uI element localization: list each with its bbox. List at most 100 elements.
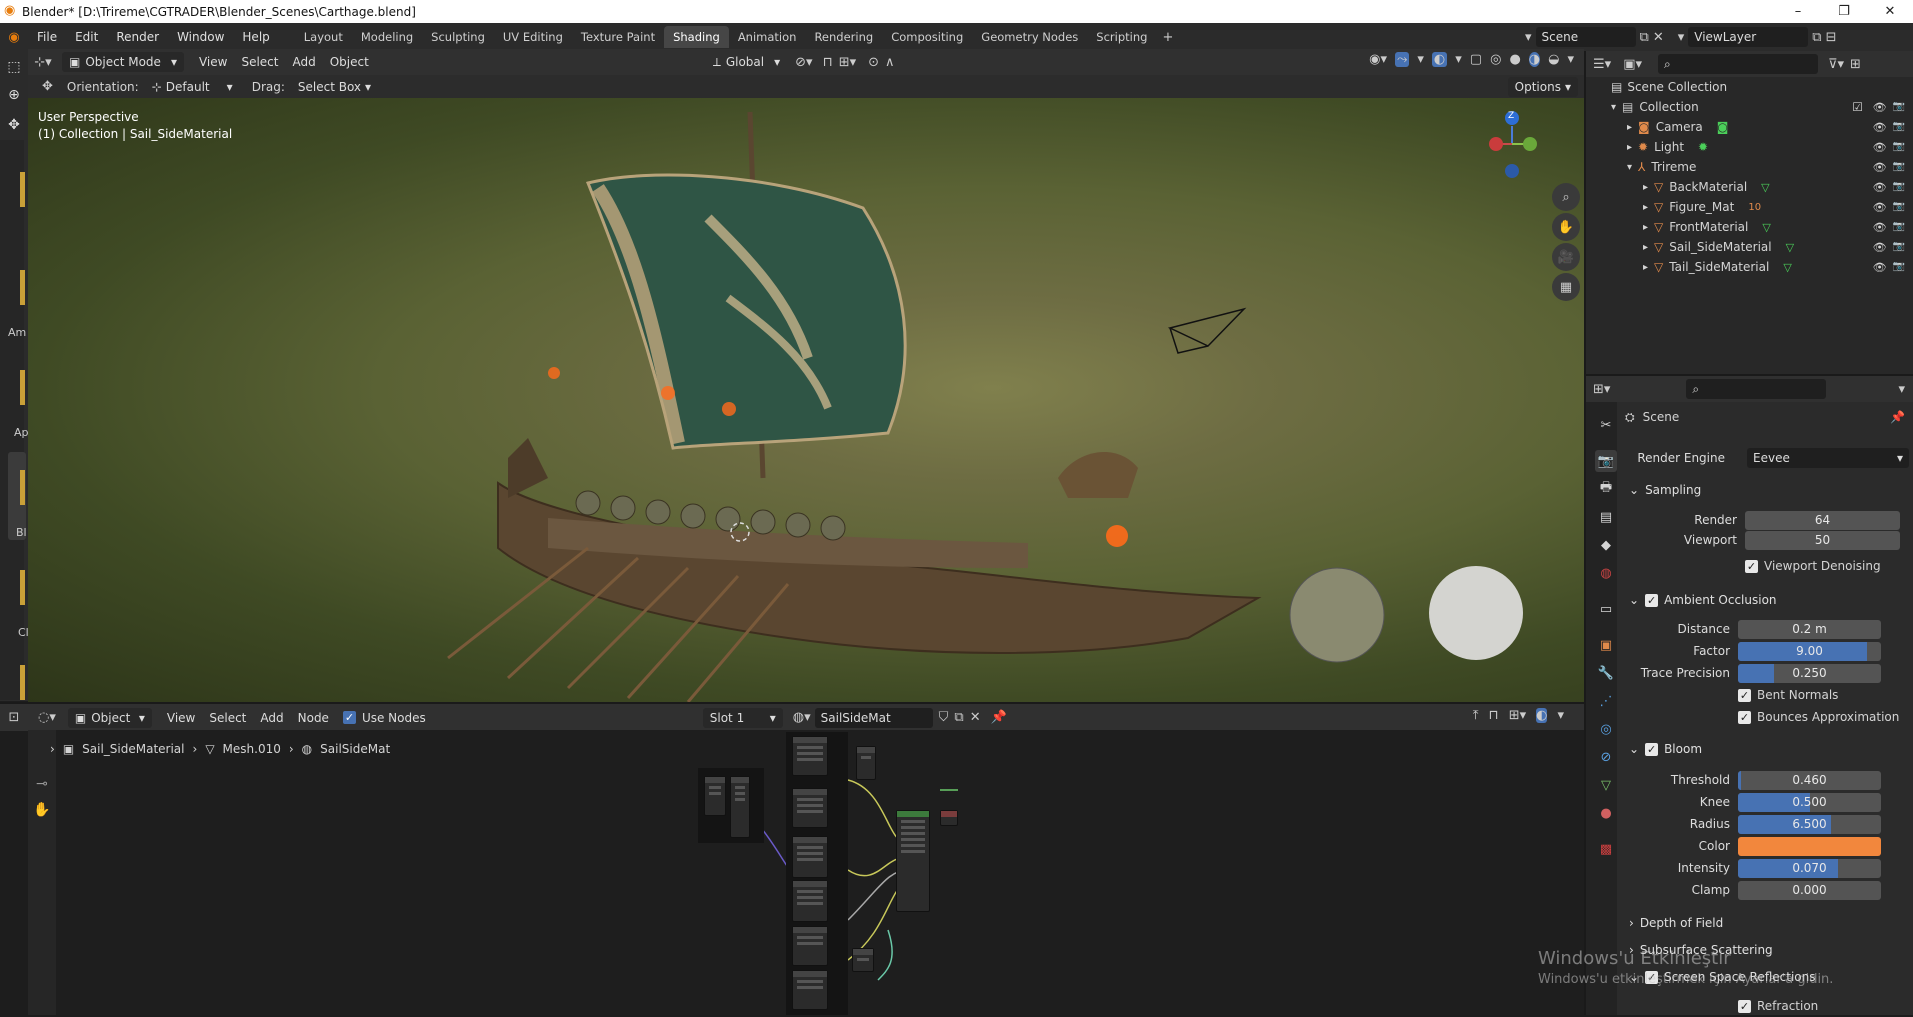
workspace-tab-uv-editing[interactable]: UV Editing <box>494 26 572 48</box>
outliner-item[interactable]: ▸ ▽ FrontMaterial ▽ 👁 📷 <box>1585 217 1913 237</box>
cursor-tool-icon[interactable]: ⊕ <box>0 81 28 109</box>
delete-scene-icon[interactable]: ✕ <box>1653 30 1664 45</box>
render-camera-icon[interactable]: 📷 <box>1893 141 1905 154</box>
bloom-clamp-field[interactable]: 0.000 <box>1738 880 1881 900</box>
chevron-down-icon[interactable]: ▾ <box>1567 52 1574 67</box>
expand-arrow-icon[interactable]: ▸ <box>1643 202 1648 213</box>
workspace-tab-compositing[interactable]: Compositing <box>882 26 972 48</box>
render-properties-icon[interactable]: 📷 <box>1595 450 1617 472</box>
object-dropdown[interactable]: ▣ Object ▾ <box>67 707 152 728</box>
pin-icon[interactable]: 📌 <box>1890 410 1905 424</box>
falloff-icon[interactable]: ∧ <box>885 55 895 70</box>
output-properties-icon[interactable]: 🖶 <box>1595 478 1617 500</box>
menu-select[interactable]: Select <box>234 52 285 72</box>
data-properties-icon[interactable]: ▽ <box>1595 774 1617 796</box>
render-camera-icon[interactable]: 📷 <box>1893 241 1905 254</box>
area-divider[interactable] <box>0 702 1584 704</box>
display-mode-icon[interactable]: ▣▾ <box>1623 57 1642 72</box>
physics-properties-icon[interactable]: ◎ <box>1595 718 1617 740</box>
shader-node[interactable] <box>730 776 750 838</box>
render-camera-icon[interactable]: 📷 <box>1893 101 1905 114</box>
overlay-icon[interactable]: ◐ <box>1431 52 1448 67</box>
particles-properties-icon[interactable]: ⋰ <box>1595 690 1617 712</box>
world-properties-icon[interactable]: ◍ <box>1595 562 1617 584</box>
chevron-down-icon[interactable]: ▾ <box>1557 708 1564 723</box>
bloom-threshold-slider[interactable]: 0.460 <box>1738 770 1881 790</box>
outliner-item[interactable]: ▸ ▽ Sail_SideMaterial ▽ 👁 📷 <box>1585 237 1913 257</box>
ao-panel-header[interactable]: ⌄ ✓ Ambient Occlusion <box>1629 588 1913 612</box>
mapping-node[interactable] <box>856 746 876 780</box>
fake-user-icon[interactable]: ⛉ <box>939 710 949 725</box>
bent-normals-row[interactable]: ✓ Bent Normals <box>1738 684 1838 706</box>
minimize-button[interactable]: – <box>1775 0 1821 23</box>
asset-thumb[interactable] <box>20 665 25 700</box>
checkbox-checked-icon[interactable]: ✓ <box>1745 559 1758 573</box>
ao-trace-slider[interactable]: 0.250 <box>1738 663 1881 683</box>
render-engine-dropdown[interactable]: Eevee ▾ <box>1747 448 1909 468</box>
expand-arrow-icon[interactable]: ▸ <box>1627 122 1632 133</box>
blender-menu-icon[interactable]: ◉ <box>0 30 28 45</box>
menu-object[interactable]: Object <box>323 52 376 72</box>
workspace-tab-scripting[interactable]: Scripting <box>1087 26 1156 48</box>
editor-type-icon[interactable]: ⊹▾ <box>28 55 58 70</box>
menu-file[interactable]: File <box>28 30 66 44</box>
area-divider[interactable] <box>1584 51 1586 1015</box>
drag-dropdown[interactable]: Select Box ▾ <box>291 77 378 97</box>
new-collection-icon[interactable]: ⊞ <box>1850 57 1861 72</box>
checkbox-checked-icon[interactable]: ✓ <box>1645 742 1659 756</box>
expand-arrow-icon[interactable]: ▸ <box>1643 262 1648 273</box>
image-texture-node[interactable] <box>792 970 828 1010</box>
shader-type-icon[interactable]: ◌▾ <box>38 710 56 725</box>
outliner-item[interactable]: ▸ ▽ BackMaterial ▽ 👁 📷 <box>1585 177 1913 197</box>
visibility-eye-icon[interactable]: 👁 <box>1873 141 1887 154</box>
image-texture-node[interactable] <box>792 836 828 878</box>
filter-icon[interactable]: ⊽▾ <box>1828 57 1844 72</box>
image-texture-node[interactable] <box>792 880 828 922</box>
material-output-node[interactable] <box>940 810 958 826</box>
overlay-icon[interactable]: ◐ <box>1536 708 1548 723</box>
xray-icon[interactable]: ▢ <box>1470 52 1482 67</box>
solid-shading-icon[interactable]: ● <box>1509 52 1520 67</box>
visibility-eye-icon[interactable]: 👁 <box>1873 101 1887 114</box>
outliner-scene-collection[interactable]: ▤ Scene Collection <box>1585 77 1913 97</box>
snap-target-icon[interactable]: ⊞▾ <box>1509 708 1526 723</box>
workspace-tab-sculpting[interactable]: Sculpting <box>422 26 494 48</box>
node-editor[interactable]: ⊸ ✋ › ▣ Sail_SideMaterial › ▽ Mesh.010 ›… <box>28 730 1584 1015</box>
mesh-data-icon[interactable]: ▽ <box>1786 241 1794 254</box>
mesh-data-icon[interactable]: ▽ <box>1761 181 1769 194</box>
bloom-panel-header[interactable]: ⌄ ✓ Bloom <box>1629 737 1913 761</box>
render-camera-icon[interactable]: 📷 <box>1893 161 1905 174</box>
viewport-denoising-row[interactable]: ✓ Viewport Denoising <box>1745 555 1881 577</box>
render-camera-icon[interactable]: 📷 <box>1893 221 1905 234</box>
bloom-intensity-slider[interactable]: 0.070 <box>1738 858 1881 878</box>
bloom-color-swatch[interactable] <box>1738 836 1881 856</box>
material-properties-icon[interactable]: ● <box>1595 802 1617 824</box>
checkbox-checked-icon[interactable]: ✓ <box>1645 593 1659 607</box>
shader-node[interactable] <box>704 776 726 816</box>
menu-node[interactable]: Node <box>291 708 336 728</box>
image-texture-node[interactable] <box>792 788 828 828</box>
workspace-tab-animation[interactable]: Animation <box>729 26 806 48</box>
expand-arrow-icon[interactable]: ▸ <box>1643 242 1648 253</box>
ao-distance-field[interactable]: 0.2 m <box>1738 619 1881 639</box>
asset-thumb[interactable] <box>20 570 25 605</box>
outliner-item[interactable]: ▸ ▽ Tail_SideMaterial ▽ 👁 📷 <box>1585 257 1913 277</box>
asset-thumb[interactable] <box>20 172 25 207</box>
visibility-eye-icon[interactable]: 👁 <box>1873 161 1887 174</box>
chevron-down-icon[interactable]: ▾ <box>1455 52 1462 67</box>
delete-viewlayer-icon[interactable]: ⊟ <box>1826 30 1837 45</box>
modifier-properties-icon[interactable]: 🔧 <box>1595 662 1617 684</box>
chevron-down-icon[interactable]: ▾ <box>1417 52 1424 67</box>
orientation-dropdown[interactable]: ⊹ Default ▾ <box>145 77 240 97</box>
principled-bsdf-node[interactable] <box>896 810 930 912</box>
menu-add[interactable]: Add <box>285 52 322 72</box>
visibility-eye-icon[interactable]: 👁 <box>1873 221 1887 234</box>
expand-arrow-icon[interactable]: ▸ <box>1643 182 1648 193</box>
mode-dropdown[interactable]: ▣ Object Mode ▾ <box>62 52 184 72</box>
select-tool-icon[interactable]: ⬚ <box>0 53 28 81</box>
viewport-samples-field[interactable]: 50 <box>1745 530 1900 550</box>
collection-properties-icon[interactable]: ▭ <box>1595 598 1617 620</box>
mesh-count-badge[interactable]: 10 <box>1748 202 1761 213</box>
object-properties-icon[interactable]: ▣ <box>1595 634 1617 656</box>
chevron-down-icon[interactable]: ▾ <box>1898 382 1905 397</box>
